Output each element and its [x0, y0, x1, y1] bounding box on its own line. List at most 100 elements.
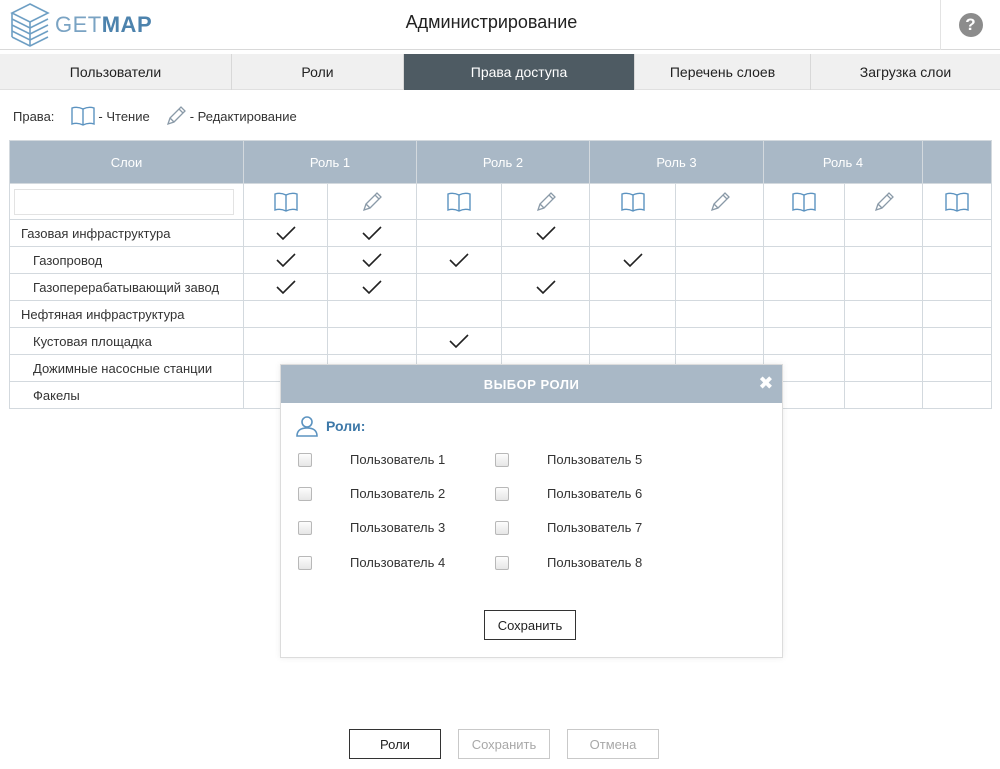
dialog-save-button[interactable]: Сохранить: [484, 610, 576, 640]
read-permission-cell[interactable]: [589, 300, 676, 328]
tab-layer-upload[interactable]: Загрузка слои: [811, 54, 1000, 90]
edit-permission-cell[interactable]: [675, 273, 764, 301]
close-icon[interactable]: ✖: [758, 374, 774, 392]
checkbox[interactable]: [495, 555, 509, 570]
checkbox[interactable]: [495, 452, 509, 467]
read-permission-cell[interactable]: [922, 246, 992, 274]
layer-filter-input[interactable]: [14, 188, 234, 215]
legend-read-text: - Чтение: [98, 108, 150, 124]
role-option-1[interactable]: Пользователь 1: [298, 452, 445, 467]
read-permission-cell[interactable]: [416, 300, 502, 328]
read-permission-cell[interactable]: [763, 327, 845, 355]
read-permission-cell[interactable]: [416, 219, 502, 247]
read-permission-header: [763, 183, 845, 220]
read-permission-cell[interactable]: [763, 300, 845, 328]
edit-permission-cell[interactable]: [844, 354, 923, 382]
read-permission-cell[interactable]: [922, 273, 992, 301]
edit-permission-cell[interactable]: [675, 246, 764, 274]
read-permission-cell[interactable]: [589, 327, 676, 355]
read-permission-cell[interactable]: [763, 219, 845, 247]
read-permission-cell[interactable]: [243, 246, 328, 274]
edit-permission-cell[interactable]: [327, 273, 417, 301]
role-option-3[interactable]: Пользователь 3: [298, 520, 445, 535]
edit-permission-cell[interactable]: [327, 219, 417, 247]
tab-bar: Пользователи Роли Права доступа Перечень…: [0, 54, 1000, 90]
role-option-label: Пользователь 8: [547, 555, 643, 570]
edit-permission-cell[interactable]: [501, 300, 590, 328]
table-row: Газовая инфраструктура: [9, 219, 992, 247]
role-option-4[interactable]: Пользователь 4: [298, 555, 445, 570]
read-permission-cell[interactable]: [416, 246, 502, 274]
read-permission-cell[interactable]: [416, 273, 502, 301]
help-icon[interactable]: ?: [958, 13, 983, 37]
role-option-8[interactable]: Пользователь 8: [495, 555, 642, 570]
edit-permission-cell[interactable]: [844, 219, 923, 247]
edit-permission-cell[interactable]: [327, 300, 417, 328]
read-permission-cell[interactable]: [763, 246, 845, 274]
edit-permission-cell[interactable]: [675, 219, 764, 247]
save-button[interactable]: Сохранить: [458, 729, 550, 759]
read-permission-cell[interactable]: [922, 381, 992, 409]
pencil-icon: [360, 191, 384, 211]
role-option-7[interactable]: Пользователь 7: [495, 520, 642, 535]
tab-layer-list[interactable]: Перечень слоев: [635, 54, 811, 90]
read-permission-cell[interactable]: [922, 354, 992, 382]
read-permission-cell[interactable]: [243, 273, 328, 301]
read-permission-cell[interactable]: [922, 219, 992, 247]
tab-users[interactable]: Пользователи: [0, 54, 232, 90]
read-permission-cell[interactable]: [763, 273, 845, 301]
checkbox[interactable]: [298, 555, 312, 570]
checkbox[interactable]: [298, 452, 312, 467]
checkmark-icon: [361, 252, 383, 268]
checkbox[interactable]: [495, 486, 509, 501]
read-permission-cell[interactable]: [589, 246, 676, 274]
edit-permission-cell[interactable]: [327, 246, 417, 274]
table-row: Газопровод: [9, 246, 992, 274]
role-option-label: Пользователь 4: [350, 555, 446, 570]
read-permission-cell[interactable]: [922, 300, 992, 328]
checkmark-icon: [275, 252, 297, 268]
book-icon: [273, 192, 299, 212]
read-permission-cell[interactable]: [243, 219, 328, 247]
role-option-5[interactable]: Пользователь 5: [495, 452, 642, 467]
edit-permission-cell[interactable]: [501, 246, 590, 274]
edit-permission-cell[interactable]: [844, 300, 923, 328]
tab-access-rights[interactable]: Права доступа: [404, 54, 635, 90]
roles-button[interactable]: Роли: [349, 729, 441, 759]
checkbox[interactable]: [298, 486, 312, 501]
layer-name: Газовая инфраструктура: [9, 219, 244, 247]
checkbox[interactable]: [298, 520, 312, 535]
edit-permission-cell[interactable]: [501, 273, 590, 301]
edit-permission-cell[interactable]: [844, 381, 923, 409]
checkbox[interactable]: [495, 520, 509, 535]
role-select-dialog: ВЫБОР РОЛИ ✖ Роли: Пользователь 1 Пользо…: [280, 364, 783, 658]
read-permission-cell[interactable]: [243, 300, 328, 328]
edit-permission-cell[interactable]: [501, 219, 590, 247]
edit-permission-cell[interactable]: [844, 273, 923, 301]
edit-permission-cell[interactable]: [844, 327, 923, 355]
role-option-6[interactable]: Пользователь 6: [495, 486, 642, 501]
checkmark-icon: [448, 252, 470, 268]
edit-permission-cell[interactable]: [675, 300, 764, 328]
layer-name: Газопровод: [9, 246, 244, 274]
read-permission-cell[interactable]: [589, 273, 676, 301]
tab-roles[interactable]: Роли: [232, 54, 404, 90]
pencil-icon: [708, 191, 732, 211]
table-row: Нефтяная инфраструктура: [9, 300, 992, 328]
read-permission-header: [922, 183, 992, 220]
role-option-2[interactable]: Пользователь 2: [298, 486, 445, 501]
edit-permission-cell[interactable]: [675, 327, 764, 355]
edit-permission-cell[interactable]: [501, 327, 590, 355]
read-permission-cell[interactable]: [243, 327, 328, 355]
read-permission-cell[interactable]: [416, 327, 502, 355]
cancel-button[interactable]: Отмена: [567, 729, 659, 759]
table-header-row: Слои Роль 1 Роль 2 Роль 3 Роль 4: [9, 140, 992, 184]
layer-name: Нефтяная инфраструктура: [9, 300, 244, 328]
book-icon: [446, 192, 472, 212]
read-permission-cell[interactable]: [589, 219, 676, 247]
book-icon: [71, 106, 96, 126]
edit-permission-cell[interactable]: [327, 327, 417, 355]
read-permission-cell[interactable]: [922, 327, 992, 355]
read-permission-header: [243, 183, 328, 220]
edit-permission-cell[interactable]: [844, 246, 923, 274]
